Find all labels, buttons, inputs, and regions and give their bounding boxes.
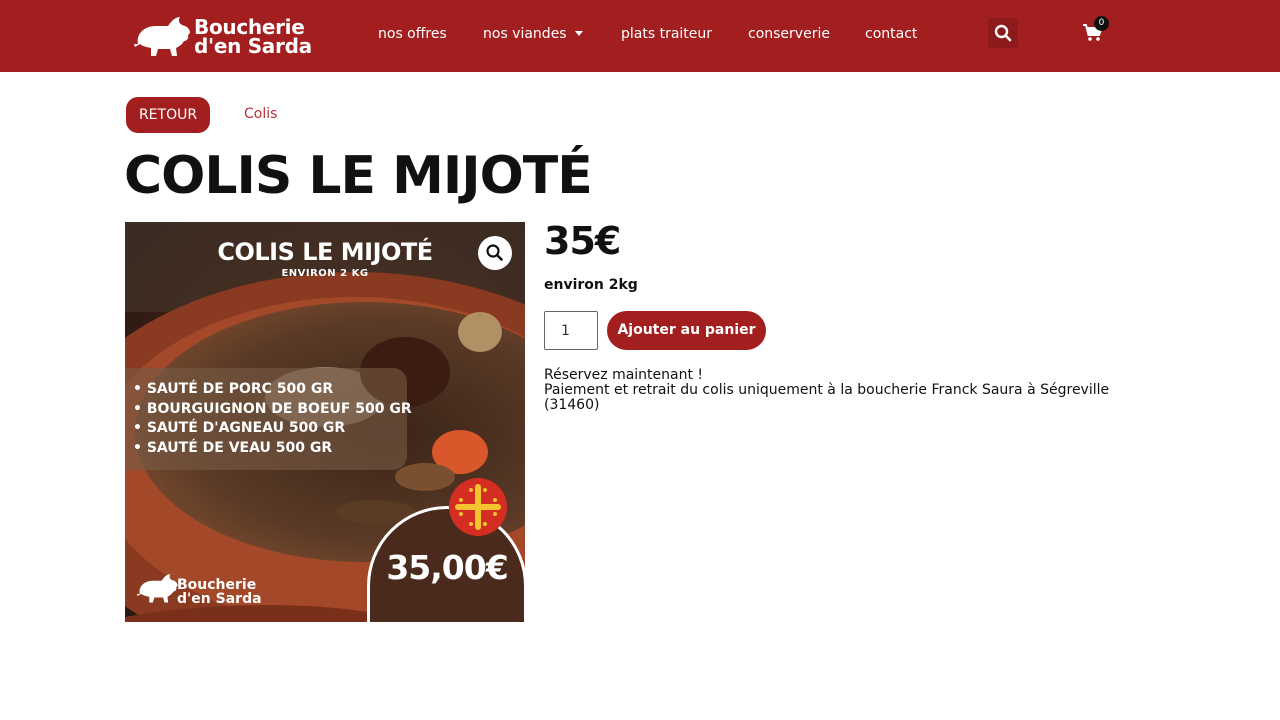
- image-item: • BOURGUIGNON DE BOEUF 500 GR: [133, 400, 412, 417]
- description-line-2: Paiement et retrait du colis uniquement …: [544, 382, 1110, 398]
- quantity-input[interactable]: [544, 311, 598, 350]
- product-image[interactable]: COLIS LE MIJOTÉ ENVIRON 2 KG • SAUTÉ DE …: [125, 222, 525, 622]
- image-item: • SAUTÉ DE PORC 500 GR: [133, 381, 334, 397]
- zoom-button[interactable]: [478, 236, 512, 270]
- image-logo-line-1: Boucherie: [177, 577, 257, 593]
- add-to-cart-button[interactable]: Ajouter au panier: [607, 311, 766, 350]
- image-subtitle: ENVIRON 2 KG: [281, 268, 369, 279]
- image-price: 35,00€: [386, 548, 508, 587]
- page-title: COLIS LE MIJOTÉ: [124, 146, 593, 206]
- pig-icon: [134, 17, 190, 56]
- image-item: • SAUTÉ DE VEAU 500 GR: [133, 439, 333, 456]
- zoom-icon: [486, 244, 503, 261]
- product-description: Réservez maintenant ! Paiement et retrai…: [544, 368, 1144, 413]
- nav-nos-viandes[interactable]: nos viandes: [483, 24, 583, 44]
- back-button[interactable]: RETOUR: [126, 97, 210, 133]
- search-icon: [994, 24, 1012, 42]
- description-line-1: Réservez maintenant !: [544, 367, 704, 383]
- logo-line-2: d'en Sarda: [194, 34, 312, 58]
- image-item-list: • SAUTÉ DE PORC 500 GR • BOURGUIGNON DE …: [125, 368, 412, 470]
- occitan-cross-icon: [449, 478, 507, 536]
- product-price: 35€: [544, 219, 621, 263]
- image-logo-line-2: d'en Sarda: [177, 591, 262, 607]
- site-logo[interactable]: Boucherie d'en Sarda: [132, 12, 312, 60]
- breadcrumb-category-link[interactable]: Colis: [244, 104, 277, 124]
- image-title: COLIS LE MIJOTÉ: [217, 238, 433, 266]
- image-logo-pig-icon: [136, 574, 178, 603]
- chevron-down-icon: [574, 30, 583, 36]
- nav-nos-viandes-label: nos viandes: [483, 26, 567, 42]
- nav-nos-offres[interactable]: nos offres: [378, 24, 447, 44]
- nav-contact[interactable]: contact: [865, 24, 917, 44]
- image-logo-text: Boucherie d'en Sarda: [177, 578, 262, 606]
- search-button[interactable]: [988, 18, 1018, 48]
- cart-count-badge: 0: [1094, 16, 1109, 31]
- nav-plats-traiteur[interactable]: plats traiteur: [621, 24, 712, 44]
- site-header: Boucherie d'en Sarda nos offres nos vian…: [0, 0, 1280, 72]
- image-item: • SAUTÉ D'AGNEAU 500 GR: [133, 420, 346, 436]
- product-weight: environ 2kg: [544, 277, 638, 293]
- description-line-3: (31460): [544, 397, 600, 413]
- nav-conserverie[interactable]: conserverie: [748, 24, 830, 44]
- logo-text: Boucherie d'en Sarda: [194, 17, 312, 58]
